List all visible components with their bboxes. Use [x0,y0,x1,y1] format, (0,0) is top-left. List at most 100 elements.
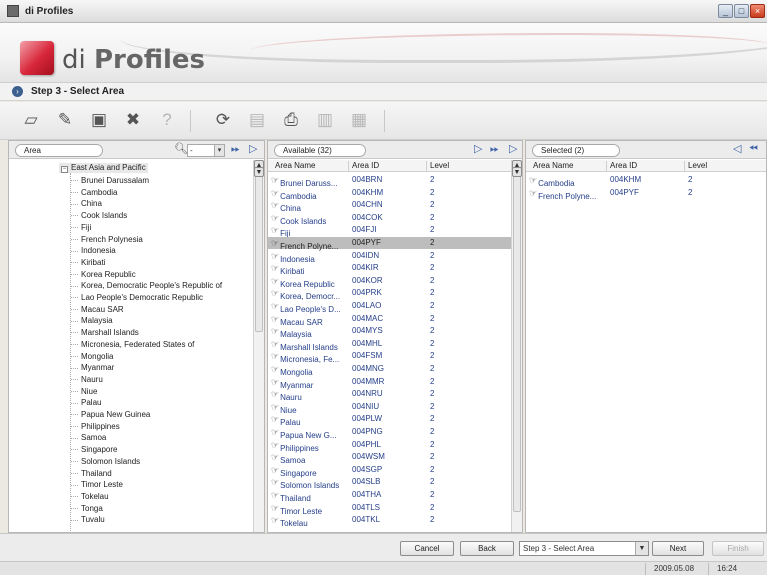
tree-root-node[interactable]: − East Asia and Pacific [59,163,148,173]
tree-item[interactable]: Macau SAR [71,305,124,314]
scroll-down-icon[interactable]: ▼ [254,167,264,177]
tree-item[interactable]: Myanmar [71,363,114,372]
tree-item[interactable]: Marshall Islands [71,328,139,337]
table-row[interactable]: ☞Solomon Islands 004SLB 2 [268,476,511,490]
tree-item[interactable]: Lao People's Democratic Republic [71,293,203,302]
table-row[interactable]: ☞Indonesia 004IDN 2 [268,250,511,264]
area-type-pill[interactable]: Area [15,144,103,157]
table-row[interactable]: ☞Papua New G... 004PNG 2 [268,426,511,440]
tree-scrollbar[interactable]: ▲ ▼ [253,160,264,532]
export-icon[interactable]: ▥ [314,109,336,131]
edit-icon[interactable]: ✎ [54,109,76,131]
table-row[interactable]: ☞Cook Islands 004COK 2 [268,212,511,226]
col-area-name[interactable]: Area Name [272,161,344,171]
col-area-id[interactable]: Area ID [348,161,424,171]
tree-item[interactable]: Kiribati [71,258,105,267]
col-level[interactable]: Level [426,161,506,171]
col-area-name[interactable]: Area Name [530,161,602,171]
tree-item[interactable]: Brunei Darussalam [71,176,149,185]
refresh-icon[interactable]: ⟳ [212,109,234,131]
tree-item[interactable]: Tonga [71,504,103,513]
move-all-left-icon[interactable]: ⏪︎ [749,143,758,156]
table-row[interactable]: ☞Myanmar 004MMR 2 [268,376,511,390]
tree-item[interactable]: Nauru [71,375,103,384]
tree-item[interactable]: Papua New Guinea [71,410,150,419]
move-right-icon[interactable]: ▷ [474,143,482,156]
tree-item[interactable]: Philippines [71,422,120,431]
table-row[interactable]: ☞Marshall Islands 004MHL 2 [268,338,511,352]
table-row[interactable]: ☞Malaysia 004MYS 2 [268,325,511,339]
chevron-down-icon[interactable]: ▼ [635,542,648,555]
scroll-down-icon[interactable]: ▼ [512,167,522,177]
tree-item[interactable]: Palau [71,398,101,407]
table-row[interactable]: ☞Thailand 004THA 2 [268,489,511,503]
table-row[interactable]: ☞Philippines 004PHL 2 [268,439,511,453]
available-scrollbar[interactable]: ▲ ▼ [511,160,522,532]
table-row[interactable]: ☞Kiribati 004KIR 2 [268,262,511,276]
table-row[interactable]: ☞Korea Republic 004KOR 2 [268,275,511,289]
tree-item[interactable]: Korea, Democratic People's Republic of [71,281,222,290]
tree-item[interactable]: Solomon Islands [71,457,140,466]
col-area-id[interactable]: Area ID [606,161,682,171]
search-icon[interactable]: 🔍︎ [174,143,188,156]
table-row[interactable]: ☞Tokelau 004TKL 2 [268,514,511,528]
tree-item[interactable]: China [71,199,102,208]
table-row[interactable]: ☞Samoa 004WSM 2 [268,451,511,465]
tree-item[interactable]: Micronesia, Federated States of [71,340,194,349]
next-arrow-icon[interactable]: ▷ [509,143,517,156]
back-button[interactable]: Back [460,541,514,556]
table-row[interactable]: ☞Fiji 004FJI 2 [268,224,511,238]
table-row[interactable]: ☞Korea, Democr... 004PRK 2 [268,287,511,301]
print-icon[interactable]: ⎙ [280,109,302,131]
table-row[interactable]: ☞Cambodia 004KHM 2 [526,174,766,188]
table-row[interactable]: ☞Brunei Daruss... 004BRN 2 [268,174,511,188]
new-document-icon[interactable]: ▱ [20,109,42,131]
help-icon[interactable]: ? [156,109,178,131]
tree-item[interactable]: Indonesia [71,246,116,255]
col-level[interactable]: Level [684,161,764,171]
collapse-icon[interactable]: − [61,166,68,173]
move-all-right-icon[interactable]: ⏩︎ [490,143,499,156]
search-options-select[interactable]: - ▾ [187,144,225,157]
table-row[interactable]: ☞French Polyne... 004PYF 2 [268,237,511,251]
tree-item[interactable]: Timor Leste [71,480,123,489]
table-row[interactable]: ☞Mongolia 004MNG 2 [268,363,511,377]
clipboard-icon[interactable]: ▤ [246,109,268,131]
table-row[interactable]: ☞Lao People's D... 004LAO 2 [268,300,511,314]
tree-item[interactable]: Cook Islands [71,211,127,220]
table-row[interactable]: ☞Micronesia, Fe... 004FSM 2 [268,350,511,364]
table-row[interactable]: ☞French Polyne... 004PYF 2 [526,187,766,201]
tree-item[interactable]: Malaysia [71,316,113,325]
tree-item[interactable]: Korea Republic [71,270,136,279]
tree-item[interactable]: Niue [71,387,97,396]
tree-item[interactable]: French Polynesia [71,235,143,244]
step-select[interactable]: Step 3 - Select Area ▼ [519,541,649,556]
tree-item[interactable]: Samoa [71,433,106,442]
close-icon[interactable]: × [750,4,765,18]
tree-item[interactable]: Singapore [71,445,117,454]
add-arrow-icon[interactable]: ▷ [249,143,257,156]
tree-item[interactable]: Cambodia [71,188,117,197]
delete-icon[interactable]: ✖ [122,109,144,131]
table-row[interactable]: ☞Macau SAR 004MAC 2 [268,313,511,327]
table-row[interactable]: ☞Timor Leste 004TLS 2 [268,502,511,516]
tree-item[interactable]: Tuvalu [71,515,105,524]
save-icon[interactable]: ▣ [88,109,110,131]
minimize-icon[interactable]: _ [718,4,733,18]
tree-item[interactable]: Mongolia [71,352,113,361]
maximize-icon[interactable]: □ [734,4,749,18]
tree-item[interactable]: Tokelau [71,492,109,501]
tree-item[interactable]: Thailand [71,469,112,478]
tree-item[interactable]: Fiji [71,223,91,232]
add-all-arrow-icon[interactable]: ⏩︎ [231,143,240,156]
table-row[interactable]: ☞Nauru 004NRU 2 [268,388,511,402]
cancel-button[interactable]: Cancel [400,541,454,556]
table-row[interactable]: ☞Singapore 004SGP 2 [268,464,511,478]
move-left-icon[interactable]: ◁ [733,143,741,156]
next-button[interactable]: Next [652,541,704,556]
table-row[interactable]: ☞China 004CHN 2 [268,199,511,213]
table-row[interactable]: ☞Palau 004PLW 2 [268,413,511,427]
scroll-thumb[interactable] [513,172,521,512]
scroll-thumb[interactable] [255,172,263,332]
report-icon[interactable]: ▦ [348,109,370,131]
